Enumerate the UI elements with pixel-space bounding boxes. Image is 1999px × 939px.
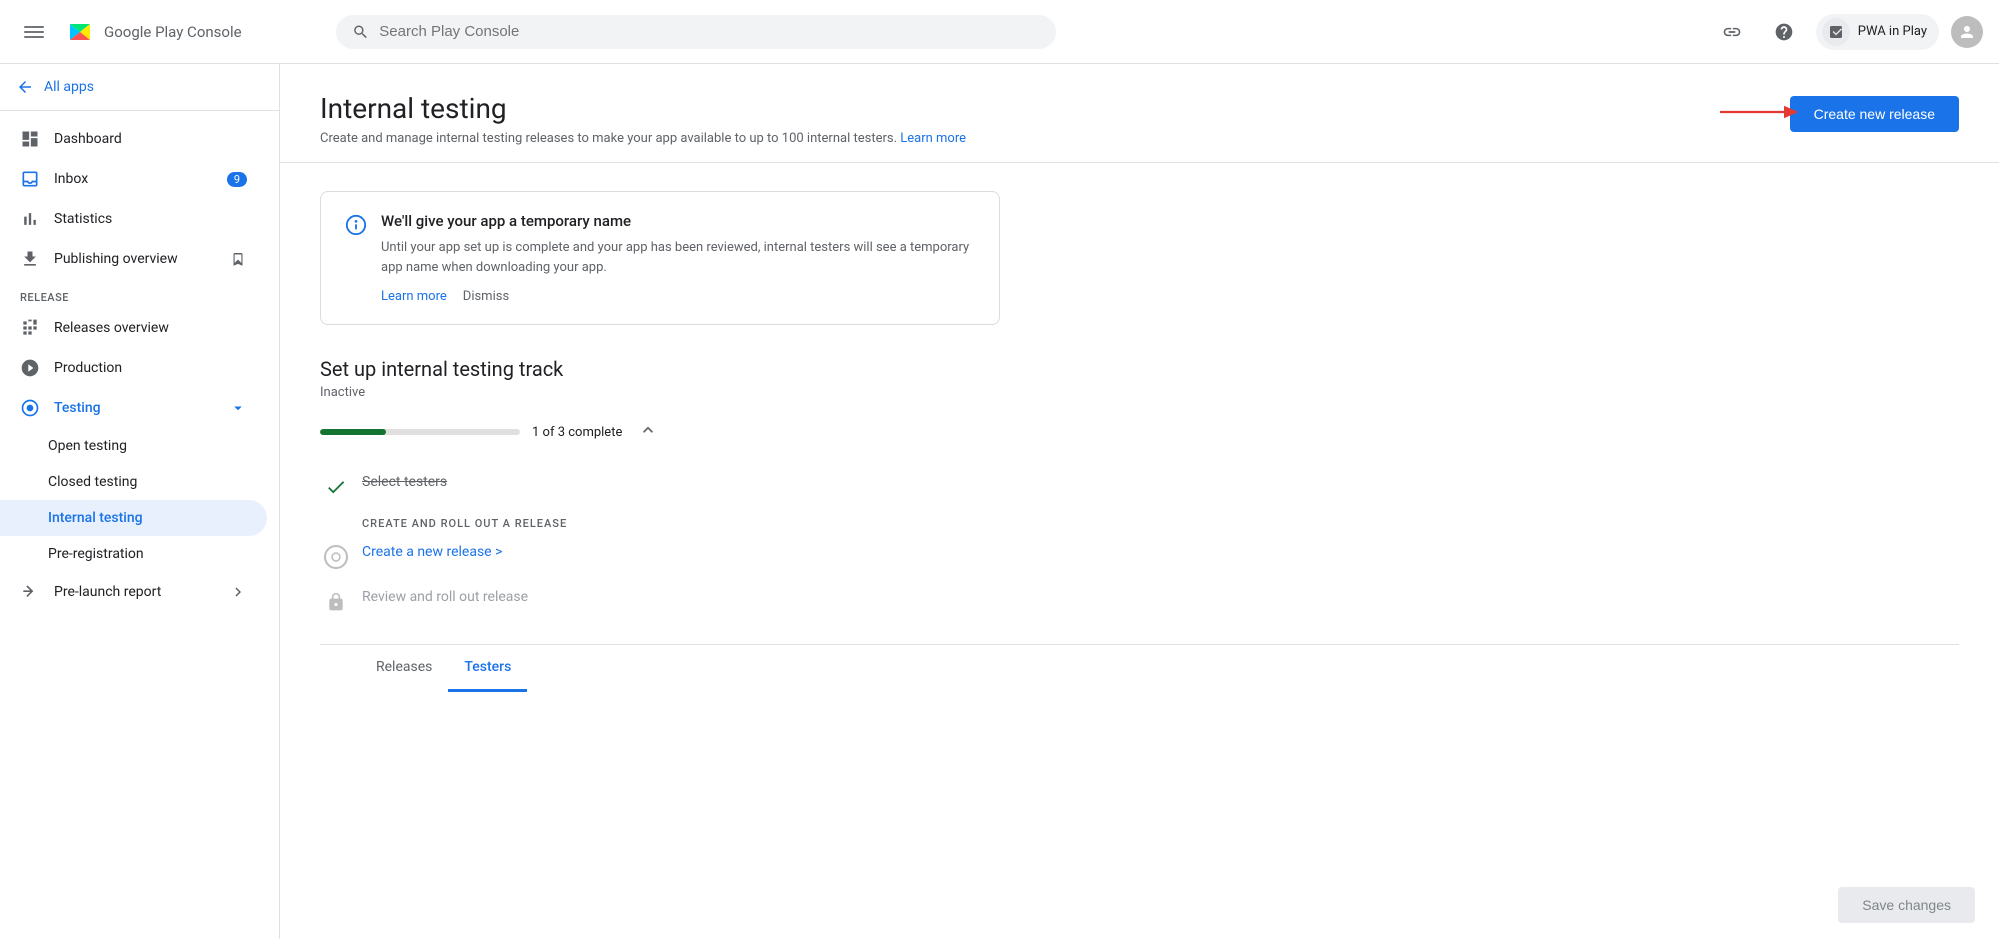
steps-list: Select testers CREATE AND ROLL OUT A REL… — [320, 464, 1959, 624]
info-box: We'll give your app a temporary name Unt… — [320, 191, 1000, 325]
step-review-rollout: Review and roll out release — [324, 579, 1959, 624]
sidebar-nav: Dashboard Inbox 9 Statistics Publishing … — [0, 111, 279, 620]
sidebar-item-label: Internal testing — [48, 510, 143, 526]
search-icon — [352, 23, 369, 41]
footer: Save changes — [1814, 871, 1999, 939]
step-label: Select testers — [362, 474, 447, 490]
red-arrow-annotation — [1720, 97, 1800, 127]
sidebar: All apps Dashboard Inbox 9 Statistics — [0, 64, 280, 939]
step-label: Create a new release > — [362, 544, 502, 560]
step-create-release[interactable]: Create a new release > — [324, 534, 1959, 579]
all-apps-label: All apps — [44, 79, 94, 95]
release-section-label: Release — [0, 279, 279, 308]
sidebar-item-label: Publishing overview — [54, 251, 178, 267]
sidebar-item-open-testing[interactable]: Open testing — [0, 428, 267, 464]
step-locked-icon — [324, 590, 348, 614]
app-name-label: PWA in Play — [1858, 24, 1927, 39]
main-content: Internal testing Create and manage inter… — [280, 64, 1999, 939]
progress-bar — [320, 429, 520, 435]
sidebar-item-production[interactable]: Production — [0, 348, 267, 388]
step-pending-icon — [324, 545, 348, 569]
learn-more-link[interactable]: Learn more — [900, 131, 966, 146]
user-avatar[interactable] — [1951, 16, 1983, 48]
sidebar-item-label: Releases overview — [54, 320, 169, 336]
header-actions: Create new release — [1790, 92, 1959, 132]
info-dismiss-button[interactable]: Dismiss — [463, 289, 509, 304]
sidebar-item-label: Statistics — [54, 211, 112, 227]
tab-releases[interactable]: Releases — [360, 645, 448, 692]
inbox-badge: 9 — [227, 172, 247, 187]
setup-title: Set up internal testing track — [320, 357, 1959, 381]
step-select-testers: Select testers — [324, 464, 1959, 509]
help-button[interactable] — [1764, 12, 1804, 52]
progress-row: 1 of 3 complete — [320, 420, 1959, 444]
step-label: Review and roll out release — [362, 589, 528, 605]
search-input[interactable] — [379, 23, 1040, 40]
topbar-actions: PWA in Play — [1712, 12, 1983, 52]
app-chip-icon — [1822, 18, 1850, 46]
page-title: Internal testing — [320, 92, 966, 125]
create-release-button[interactable]: Create new release — [1790, 96, 1959, 132]
info-box-actions: Learn more Dismiss — [381, 289, 975, 304]
play-console-logo-icon — [64, 16, 96, 48]
step-done-icon — [324, 475, 348, 499]
info-icon — [345, 214, 367, 304]
sidebar-item-pre-launch[interactable]: Pre-launch report — [0, 572, 267, 612]
layout: All apps Dashboard Inbox 9 Statistics — [0, 64, 1999, 939]
content-area: We'll give your app a temporary name Unt… — [280, 163, 1999, 719]
setup-section: Set up internal testing track Inactive 1… — [320, 357, 1959, 624]
create-release-step-link[interactable]: Create a new release > — [362, 544, 502, 560]
sidebar-item-label: Inbox — [54, 171, 88, 187]
sidebar-item-label: Pre-launch report — [54, 584, 161, 600]
link-button[interactable] — [1712, 12, 1752, 52]
sidebar-item-dashboard[interactable]: Dashboard — [0, 119, 267, 159]
sidebar-item-label: Closed testing — [48, 474, 137, 490]
sidebar-item-pre-registration[interactable]: Pre-registration — [0, 536, 267, 572]
header-left: Internal testing Create and manage inter… — [320, 92, 966, 146]
info-box-content: We'll give your app a temporary name Unt… — [381, 212, 975, 304]
page-subtitle: Create and manage internal testing relea… — [320, 131, 966, 146]
sidebar-item-label: Production — [54, 360, 122, 376]
info-box-text: Until your app set up is complete and yo… — [381, 238, 975, 277]
sidebar-item-releases-overview[interactable]: Releases overview — [0, 308, 267, 348]
app-chip[interactable]: PWA in Play — [1816, 14, 1939, 50]
progress-toggle[interactable] — [638, 420, 658, 444]
tab-testers[interactable]: Testers — [448, 645, 527, 692]
sidebar-item-statistics[interactable]: Statistics — [0, 199, 267, 239]
sidebar-item-closed-testing[interactable]: Closed testing — [0, 464, 267, 500]
sidebar-item-label: Open testing — [48, 438, 127, 454]
sidebar-item-label: Testing — [54, 400, 101, 416]
search-bar[interactable] — [336, 15, 1056, 49]
sidebar-item-label: Pre-registration — [48, 546, 144, 562]
progress-bar-fill — [320, 429, 386, 435]
info-learn-more-link[interactable]: Learn more — [381, 289, 447, 304]
sidebar-item-testing[interactable]: Testing — [0, 388, 267, 428]
sidebar-item-inbox[interactable]: Inbox 9 — [0, 159, 267, 199]
info-box-title: We'll give your app a temporary name — [381, 212, 975, 230]
sidebar-item-label: Dashboard — [54, 131, 122, 147]
sidebar-item-internal-testing[interactable]: Internal testing — [0, 500, 267, 536]
progress-label: 1 of 3 complete — [532, 425, 622, 440]
setup-status: Inactive — [320, 385, 1959, 400]
tabs-row: Releases Testers — [320, 644, 1959, 691]
main-header: Internal testing Create and manage inter… — [280, 64, 1999, 163]
sidebar-item-publishing[interactable]: Publishing overview — [0, 239, 267, 279]
topbar: Google Play Console PWA in Play — [0, 0, 1999, 64]
topbar-logo-text: Google Play Console — [104, 23, 242, 41]
topbar-logo: Google Play Console — [64, 16, 324, 48]
save-changes-button[interactable]: Save changes — [1838, 887, 1975, 923]
all-apps-link[interactable]: All apps — [0, 64, 279, 111]
menu-icon[interactable] — [16, 14, 52, 50]
step-section-label: CREATE AND ROLL OUT A RELEASE — [324, 509, 1959, 534]
